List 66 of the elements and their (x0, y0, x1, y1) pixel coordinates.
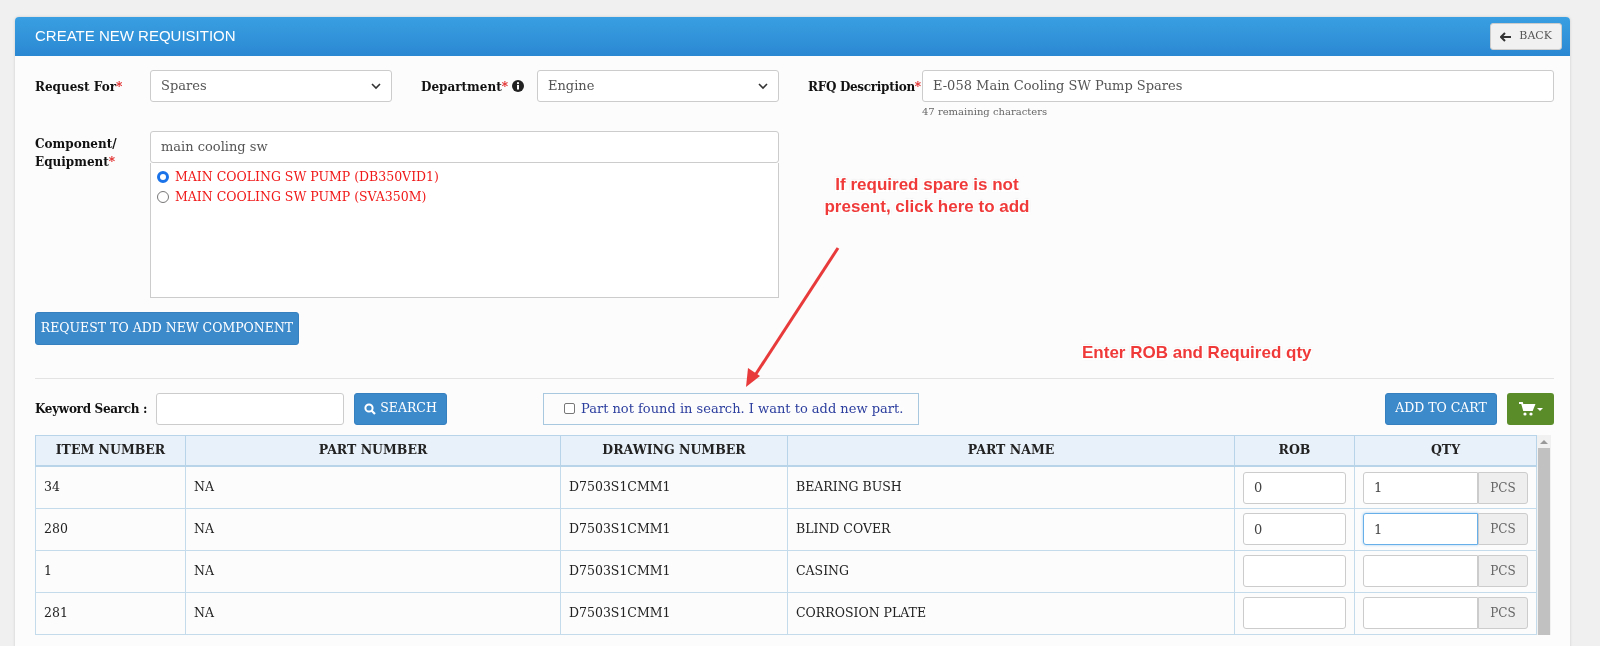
scroll-up-icon[interactable] (1540, 438, 1548, 445)
table-cell: 281 (35, 592, 186, 635)
component-search-field[interactable]: main cooling sw (150, 130, 779, 163)
back-button[interactable]: BACK (1490, 23, 1562, 50)
qty-field[interactable] (1363, 597, 1478, 630)
column-header: ITEM NUMBER (35, 435, 186, 467)
callout-text: Enter ROB and Required qty (1082, 342, 1312, 364)
table-cell: NA (185, 508, 561, 551)
table-cell: 1 (35, 550, 186, 593)
cart-icon (1518, 401, 1543, 416)
table-cell: BLIND COVER (787, 508, 1235, 551)
callout-text: If required spare is not present, click here to add (823, 174, 1031, 218)
table-cell: D7503S1CMM1 (560, 466, 788, 509)
field-label: Department* (421, 79, 508, 96)
search-icon (364, 402, 377, 415)
back-arrow-icon (1500, 31, 1512, 42)
radio-button[interactable] (157, 190, 169, 203)
component-option[interactable]: MAIN COOLING SW PUMP (DB350VID1) (157, 166, 772, 187)
table-cell: NA (185, 550, 561, 593)
table-cell: CORROSION PLATE (787, 592, 1235, 635)
table-cell: CASING (787, 550, 1235, 593)
table-cell: 34 (35, 466, 186, 509)
rob-field[interactable]: 0 (1243, 513, 1346, 546)
scrollbar[interactable] (1537, 434, 1551, 635)
add-to-cart-button[interactable]: ADD TO CART (1385, 392, 1497, 425)
field-label: Component/ Equipment* (35, 135, 118, 171)
rob-field[interactable]: 0 (1243, 471, 1346, 504)
column-header: ROB (1234, 435, 1355, 467)
chevron-icon (758, 82, 768, 90)
radio-button[interactable] (157, 170, 169, 183)
keyword-search-label: Keyword Search : (35, 400, 149, 418)
table-cell: NA (185, 466, 561, 509)
unit-label: PCS (1478, 555, 1528, 588)
qty-field[interactable]: 1 (1363, 471, 1478, 504)
table-cell: D7503S1CMM1 (560, 550, 788, 593)
chevron-icon (371, 82, 381, 90)
field-label: Request For* (35, 79, 124, 96)
rob-field[interactable] (1243, 597, 1346, 630)
table-cell: BEARING BUSH (787, 466, 1235, 509)
remaining-characters-hint: 47 remaining characters (922, 105, 1048, 119)
info-icon (511, 80, 524, 92)
component-option[interactable]: MAIN COOLING SW PUMP (SVA350M) (157, 186, 772, 207)
request-for-select[interactable]: Spares (150, 70, 392, 102)
table-cell: D7503S1CMM1 (560, 508, 788, 551)
request-component-button[interactable]: REQUEST TO ADD NEW COMPONENT (35, 311, 299, 345)
qty-field[interactable] (1363, 555, 1478, 588)
new-part-checkbox[interactable]: Part not found in search. I want to add new part. (543, 392, 919, 425)
search-button[interactable]: SEARCH (354, 392, 447, 425)
panel-title: CREATE NEW REQUISITION (35, 26, 236, 47)
table-cell: 280 (35, 508, 186, 551)
rob-field[interactable] (1243, 555, 1346, 588)
table-cell: D7503S1CMM1 (560, 592, 788, 635)
department-select[interactable]: Engine (537, 70, 779, 102)
unit-label: PCS (1478, 597, 1528, 630)
field-label: RFQ Description* (808, 79, 922, 96)
keyword-search-field[interactable] (156, 392, 344, 425)
unit-label: PCS (1478, 471, 1528, 504)
column-header: PART NAME (787, 435, 1235, 467)
rfq-description-field[interactable]: E-058 Main Cooling SW Pump Spares (922, 70, 1554, 102)
table-cell: NA (185, 592, 561, 635)
column-header: PART NUMBER (185, 435, 561, 467)
cart-dropdown-button[interactable] (1507, 392, 1554, 425)
column-header: DRAWING NUMBER (560, 435, 788, 467)
unit-label: PCS (1478, 513, 1528, 546)
qty-field[interactable]: 1 (1363, 513, 1478, 546)
column-header: QTY (1354, 435, 1537, 467)
